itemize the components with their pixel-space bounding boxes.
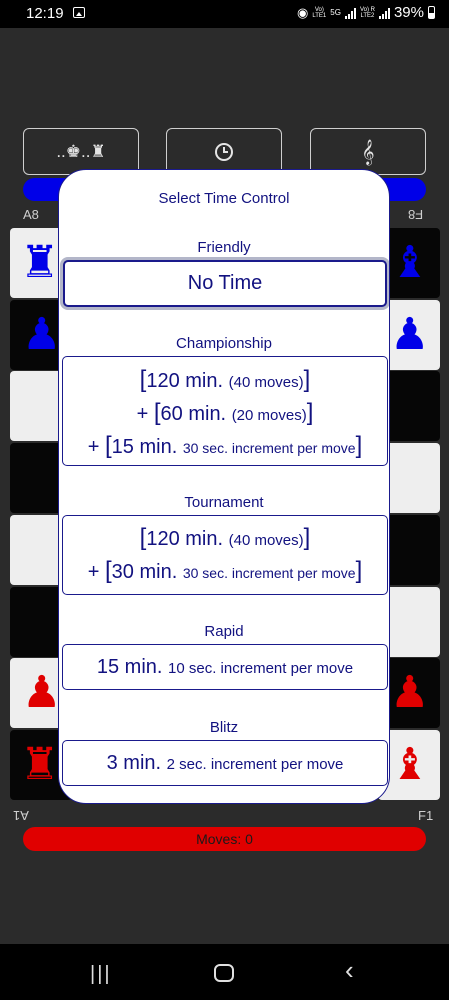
option-line: [120 min. (40 moves)] [139,366,311,393]
recent-apps-icon[interactable]: ||| [90,962,112,986]
coord-top-right: F8 [408,207,424,222]
red-pawn-icon: ♟ [22,668,62,717]
gallery-notification-icon [73,7,85,18]
sound-button[interactable]: 𝄞 [310,128,426,175]
option-blitz[interactable]: 3 min. 2 sec. increment per move [62,740,388,786]
coord-bottom-left: A1 [13,808,29,823]
blue-rook-icon: ♜ [20,238,60,287]
battery-percent: 39% [393,4,424,21]
category-blitz: Blitz [209,719,239,736]
option-line: + [30 min. 30 sec. increment per move] [87,557,363,584]
option-line: + [15 min. 30 sec. increment per move] [87,432,363,459]
clock-icon [215,142,233,161]
red-rook-icon: ♜ [20,740,60,789]
volte1-indicator: Vo) LTE1 [312,6,327,19]
moves-counter: Moves: 0 [196,831,253,847]
option-championship[interactable]: [120 min. (40 moves)] + [60 min. (20 mov… [62,356,388,466]
red-pawn-icon: ♟ [390,668,430,717]
time-control-button[interactable] [166,128,282,175]
hotspot-icon: ◉ [297,4,309,20]
coord-top-left: A8 [23,207,39,222]
option-no-time[interactable]: No Time [63,260,387,307]
back-icon[interactable]: ‹ [345,957,354,983]
status-bar: 12:19 ◉ Vo) LTE1 5G Vo) R LTE2 39% [0,0,449,28]
category-rapid: Rapid [204,623,244,640]
option-line: 15 min. 10 sec. increment per move [96,656,354,678]
coord-bottom-right: F1 [418,808,434,823]
navigation-bar: ||| ‹ [0,944,449,1000]
option-line: + [60 min. (20 moves)] [136,399,314,426]
dialog-title: Select Time Control [158,190,290,207]
option-main: No Time [187,272,263,294]
red-bishop-icon: ♝ [390,740,430,789]
signal-2-icon [378,7,390,19]
music-icon: 𝄞 [361,138,375,164]
board-setup-label: ..♚..♜ [56,141,106,161]
option-line: [120 min. (40 moves)] [139,524,311,551]
blue-pawn-icon: ♟ [22,310,62,359]
status-icons: ◉ Vo) LTE1 5G Vo) R LTE2 39% [297,4,435,21]
option-line: 3 min. 2 sec. increment per move [106,752,344,774]
category-friendly: Friendly [197,239,251,256]
blue-bishop-icon: ♝ [390,238,430,287]
blue-pawn-icon: ♟ [390,310,430,359]
volte2-indicator: Vo) R LTE2 [359,6,375,19]
bottom-player-bar: Moves: 0 [23,827,426,851]
network-5g-indicator: 5G [330,7,341,17]
time-control-dialog: Select Time Control Friendly No Time Cha… [58,169,390,804]
home-icon[interactable] [214,964,234,982]
status-time: 12:19 [26,5,64,22]
category-tournament: Tournament [184,494,264,511]
option-rapid[interactable]: 15 min. 10 sec. increment per move [62,644,388,690]
option-tournament[interactable]: [120 min. (40 moves)] + [30 min. 30 sec.… [62,515,388,595]
battery-icon [428,6,435,19]
signal-1-icon [344,7,356,19]
board-setup-button[interactable]: ..♚..♜ [23,128,139,175]
category-championship: Championship [176,335,272,352]
